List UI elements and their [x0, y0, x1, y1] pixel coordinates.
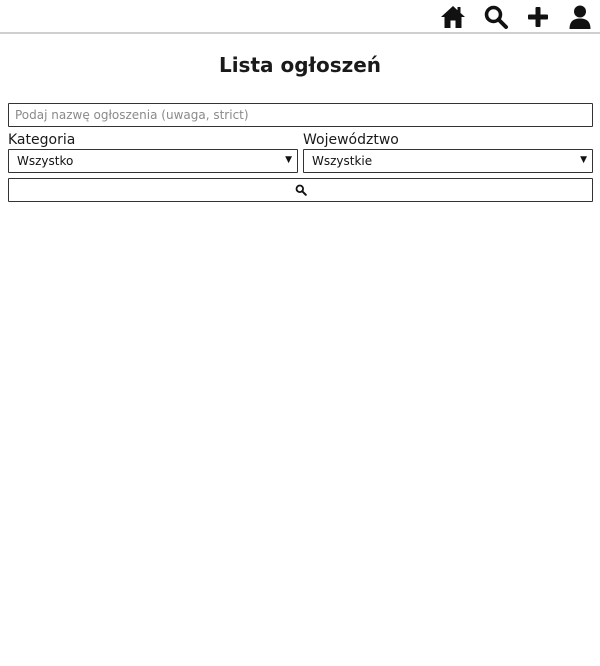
- search-icon[interactable]: [483, 4, 509, 30]
- search-button[interactable]: [8, 178, 593, 202]
- category-select[interactable]: Wszystko ▼: [8, 149, 298, 173]
- plus-icon[interactable]: [525, 4, 551, 30]
- page-title: Lista ogłoszeń: [218, 53, 382, 77]
- region-select[interactable]: Wszystkie ▼: [303, 149, 593, 173]
- dropdown-arrow-icon: ▼: [285, 155, 292, 165]
- category-label: Kategoria: [8, 132, 76, 148]
- region-selected-value: Wszystkie: [312, 154, 373, 168]
- dropdown-arrow-icon: ▼: [580, 155, 587, 165]
- search-input[interactable]: [8, 103, 593, 127]
- region-label: Województwo: [303, 132, 399, 148]
- search-icon: [295, 184, 307, 196]
- category-selected-value: Wszystko: [17, 154, 74, 168]
- top-navigation-bar: [0, 0, 600, 34]
- home-icon[interactable]: [440, 4, 466, 30]
- user-icon[interactable]: [567, 4, 593, 30]
